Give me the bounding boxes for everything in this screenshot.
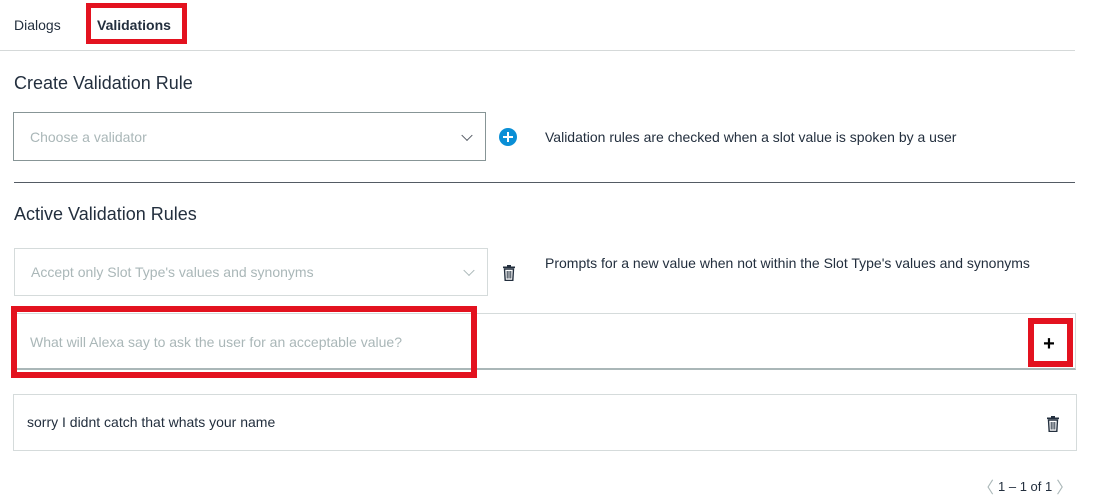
prompt-input[interactable] [30, 314, 950, 369]
active-validation-heading: Active Validation Rules [14, 204, 197, 224]
create-validation-heading: Create Validation Rule [14, 73, 193, 93]
prompt-text: sorry I didnt catch that whats your name [27, 414, 276, 430]
delete-prompt-trash-icon[interactable] [1047, 416, 1059, 432]
active-rule-select: Accept only Slot Type's values and synon… [14, 248, 488, 296]
delete-rule-trash-icon[interactable] [503, 265, 515, 281]
add-prompt-button[interactable]: + [1037, 331, 1061, 357]
prompt-input-container [14, 313, 1076, 370]
tab-dialogs[interactable]: Dialogs [14, 17, 61, 33]
create-validation-help-text: Validation rules are checked when a slot… [545, 129, 957, 145]
active-rule-value: Accept only Slot Type's values and synon… [31, 264, 314, 280]
pagination-label: 1 – 1 of 1 [998, 478, 1053, 494]
prev-page-icon[interactable]: 〈 [978, 474, 994, 498]
chevron-down-icon [461, 129, 473, 141]
section-divider [14, 182, 1075, 183]
highlight-box-validations-tab [86, 3, 187, 44]
prompt-list-item: sorry I didnt catch that whats your name [13, 394, 1077, 451]
next-page-icon[interactable]: 〉 [1056, 474, 1072, 498]
add-validator-plus-circle-icon[interactable] [499, 128, 517, 146]
validator-select-placeholder: Choose a validator [30, 128, 147, 145]
validator-select[interactable]: Choose a validator [13, 112, 486, 161]
chevron-down-icon [463, 264, 475, 277]
pagination: 〈 1 – 1 of 1 〉 [978, 474, 1072, 498]
active-rule-help-text: Prompts for a new value when not within … [545, 255, 1030, 271]
